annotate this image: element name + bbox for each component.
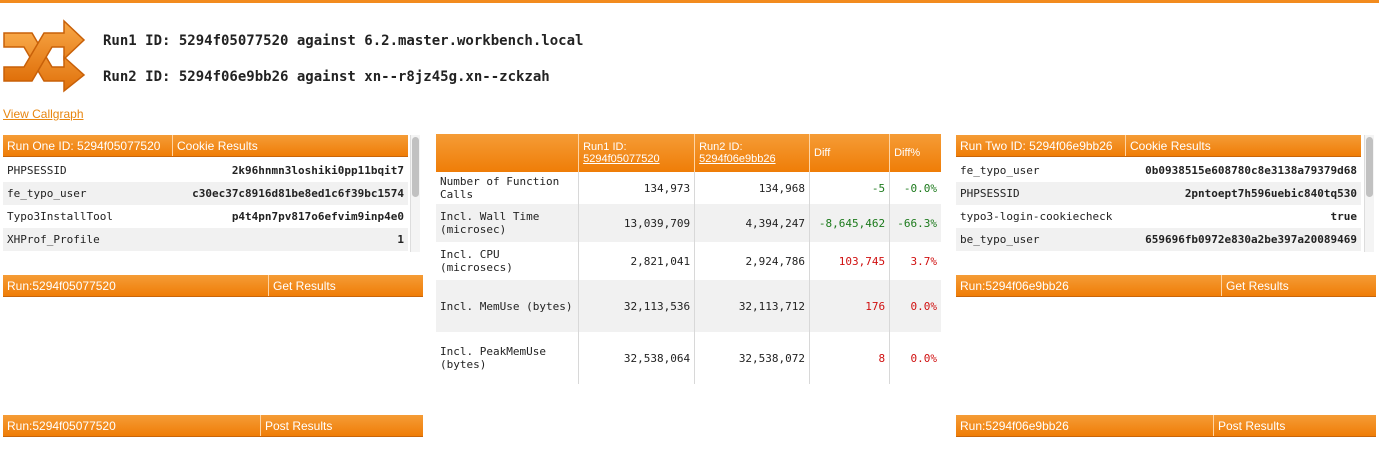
cookie-row: Typo3InstallTool p4t4pn7pv817o6efvim9inp4… bbox=[3, 205, 408, 228]
left-cookie-list: PHPSESSID 2k96hnmn3loshiki0pp11bqit7 fe_t… bbox=[3, 159, 408, 252]
cookie-row: XHProf_Profile 1 bbox=[3, 228, 408, 251]
diffpct-value-cell: 0.0% bbox=[910, 351, 938, 365]
cookie-row: PHPSESSID 2k96hnmn3loshiki0pp11bqit7 bbox=[3, 159, 408, 182]
diff-row: Incl. Wall Time (microsec) 13,039,709 4,39… bbox=[436, 204, 941, 242]
right-cookie-scrollbar[interactable] bbox=[1364, 135, 1374, 252]
right-cookie-results-label: Cookie Results bbox=[1130, 138, 1211, 153]
diff-table: Run1 ID: 5294f05077520 Run2 ID: 5294f06e9b… bbox=[436, 134, 941, 384]
shuffle-arrows-icon bbox=[3, 19, 86, 93]
diff-value-cell: -5 bbox=[809, 172, 891, 204]
run2-value-cell: 134,968 bbox=[694, 172, 811, 204]
diff-value-cell: -8,645,462 bbox=[809, 204, 891, 242]
left-get-run-label: Run:5294f05077520 bbox=[3, 275, 269, 296]
right-get-header: Run:5294f06e9bb26 Get Results bbox=[956, 275, 1376, 297]
metric-cell: Number of Function Calls bbox=[436, 172, 580, 204]
view-callgraph-link[interactable]: View Callgraph bbox=[3, 107, 84, 121]
right-cookie-list: fe_typo_user 0b0938515e608780c8e3138a7937… bbox=[956, 159, 1361, 252]
run1-title: Run1 ID: 5294f05077520 against 6.2.maste… bbox=[103, 33, 584, 49]
right-post-header: Run:5294f06e9bb26 Post Results bbox=[956, 415, 1376, 437]
metric-cell: Incl. CPU (microsecs) bbox=[436, 242, 580, 280]
cookie-row: PHPSESSID 2pntoept7h596uebic840tq530 bbox=[956, 182, 1361, 205]
diff-value-cell: 8 bbox=[809, 332, 891, 384]
cookie-row: fe_typo_user 0b0938515e608780c8e3138a7937… bbox=[956, 159, 1361, 182]
right-cookie-header: Run Two ID: 5294f06e9bb26 Cookie Results bbox=[956, 135, 1361, 157]
run1-value-cell: 2,821,041 bbox=[578, 242, 696, 280]
right-get-run-label: Run:5294f06e9bb26 bbox=[956, 275, 1222, 296]
right-get-results-label: Get Results bbox=[1226, 278, 1289, 293]
diff-header: Diff bbox=[809, 134, 891, 172]
run2-value-cell: 2,924,786 bbox=[694, 242, 811, 280]
left-post-header: Run:5294f05077520 Post Results bbox=[3, 415, 423, 437]
run1-value-cell: 32,113,536 bbox=[578, 280, 696, 332]
diff-row: Incl. MemUse (bytes) 32,113,536 32,113,712… bbox=[436, 280, 941, 332]
diffpct-value-cell: -0.0% bbox=[903, 181, 937, 195]
metric-cell: Incl. PeakMemUse (bytes) bbox=[436, 332, 580, 384]
scrollbar-thumb[interactable] bbox=[1366, 137, 1373, 197]
run2-header: Run2 ID: 5294f06e9bb26 bbox=[694, 134, 811, 172]
right-cookie-run-label: Run Two ID: 5294f06e9bb26 bbox=[956, 135, 1126, 156]
run1-header: Run1 ID: 5294f05077520 bbox=[578, 134, 696, 172]
run1-link[interactable]: 5294f05077520 bbox=[583, 153, 659, 165]
run2-value-cell: 32,113,712 bbox=[694, 280, 811, 332]
cookie-row: typo3-login-cookiecheck true bbox=[956, 205, 1361, 228]
diff-table-header: Run1 ID: 5294f05077520 Run2 ID: 5294f06e9b… bbox=[436, 134, 941, 172]
run1-value-cell: 13,039,709 bbox=[578, 204, 696, 242]
run2-link[interactable]: 5294f06e9bb26 bbox=[699, 153, 775, 165]
diffpct-value-cell: 0.0% bbox=[889, 280, 941, 332]
right-post-results-label: Post Results bbox=[1218, 418, 1286, 433]
diff-value-cell: 176 bbox=[809, 280, 891, 332]
metric-header bbox=[436, 134, 580, 172]
diffpct-value-cell: 3.7% bbox=[910, 254, 938, 268]
cookie-row: fe_typo_user c30ec37c8916d81be8ed1c6f39bc… bbox=[3, 182, 408, 205]
scrollbar-thumb[interactable] bbox=[412, 137, 419, 197]
left-cookie-results-label: Cookie Results bbox=[177, 138, 258, 153]
diff-row: Incl. PeakMemUse (bytes) 32,538,064 32,538… bbox=[436, 332, 941, 384]
diff-row: Number of Function Calls 134,973 134,968 -5… bbox=[436, 172, 941, 204]
top-accent-line bbox=[0, 0, 1379, 3]
run1-value-cell: 32,538,064 bbox=[578, 332, 696, 384]
left-post-run-label: Run:5294f05077520 bbox=[3, 415, 261, 436]
diff-row: Incl. CPU (microsecs) 2,821,041 2,924,786 1… bbox=[436, 242, 941, 280]
diff-value-cell: 103,745 bbox=[809, 242, 891, 280]
left-get-header: Run:5294f05077520 Get Results bbox=[3, 275, 423, 297]
left-cookie-scrollbar[interactable] bbox=[410, 135, 420, 252]
left-post-results-label: Post Results bbox=[265, 418, 333, 433]
left-cookie-run-label: Run One ID: 5294f05077520 bbox=[3, 135, 173, 156]
diffpct-header: Diff% bbox=[889, 134, 941, 172]
run2-value-cell: 4,394,247 bbox=[694, 204, 811, 242]
right-post-run-label: Run:5294f06e9bb26 bbox=[956, 415, 1214, 436]
metric-cell: Incl. Wall Time (microsec) bbox=[436, 204, 580, 242]
left-cookie-header: Run One ID: 5294f05077520 Cookie Results bbox=[3, 135, 408, 157]
run1-value-cell: 134,973 bbox=[578, 172, 696, 204]
left-get-results-label: Get Results bbox=[273, 278, 336, 293]
run2-title: Run2 ID: 5294f06e9bb26 against xn--r8jz4… bbox=[103, 69, 550, 85]
run2-value-cell: 32,538,072 bbox=[694, 332, 811, 384]
diffpct-value-cell: -66.3% bbox=[889, 204, 941, 242]
cookie-row: be_typo_user 659696fb0972e830a2be397a2008… bbox=[956, 228, 1361, 251]
metric-cell: Incl. MemUse (bytes) bbox=[436, 280, 580, 332]
